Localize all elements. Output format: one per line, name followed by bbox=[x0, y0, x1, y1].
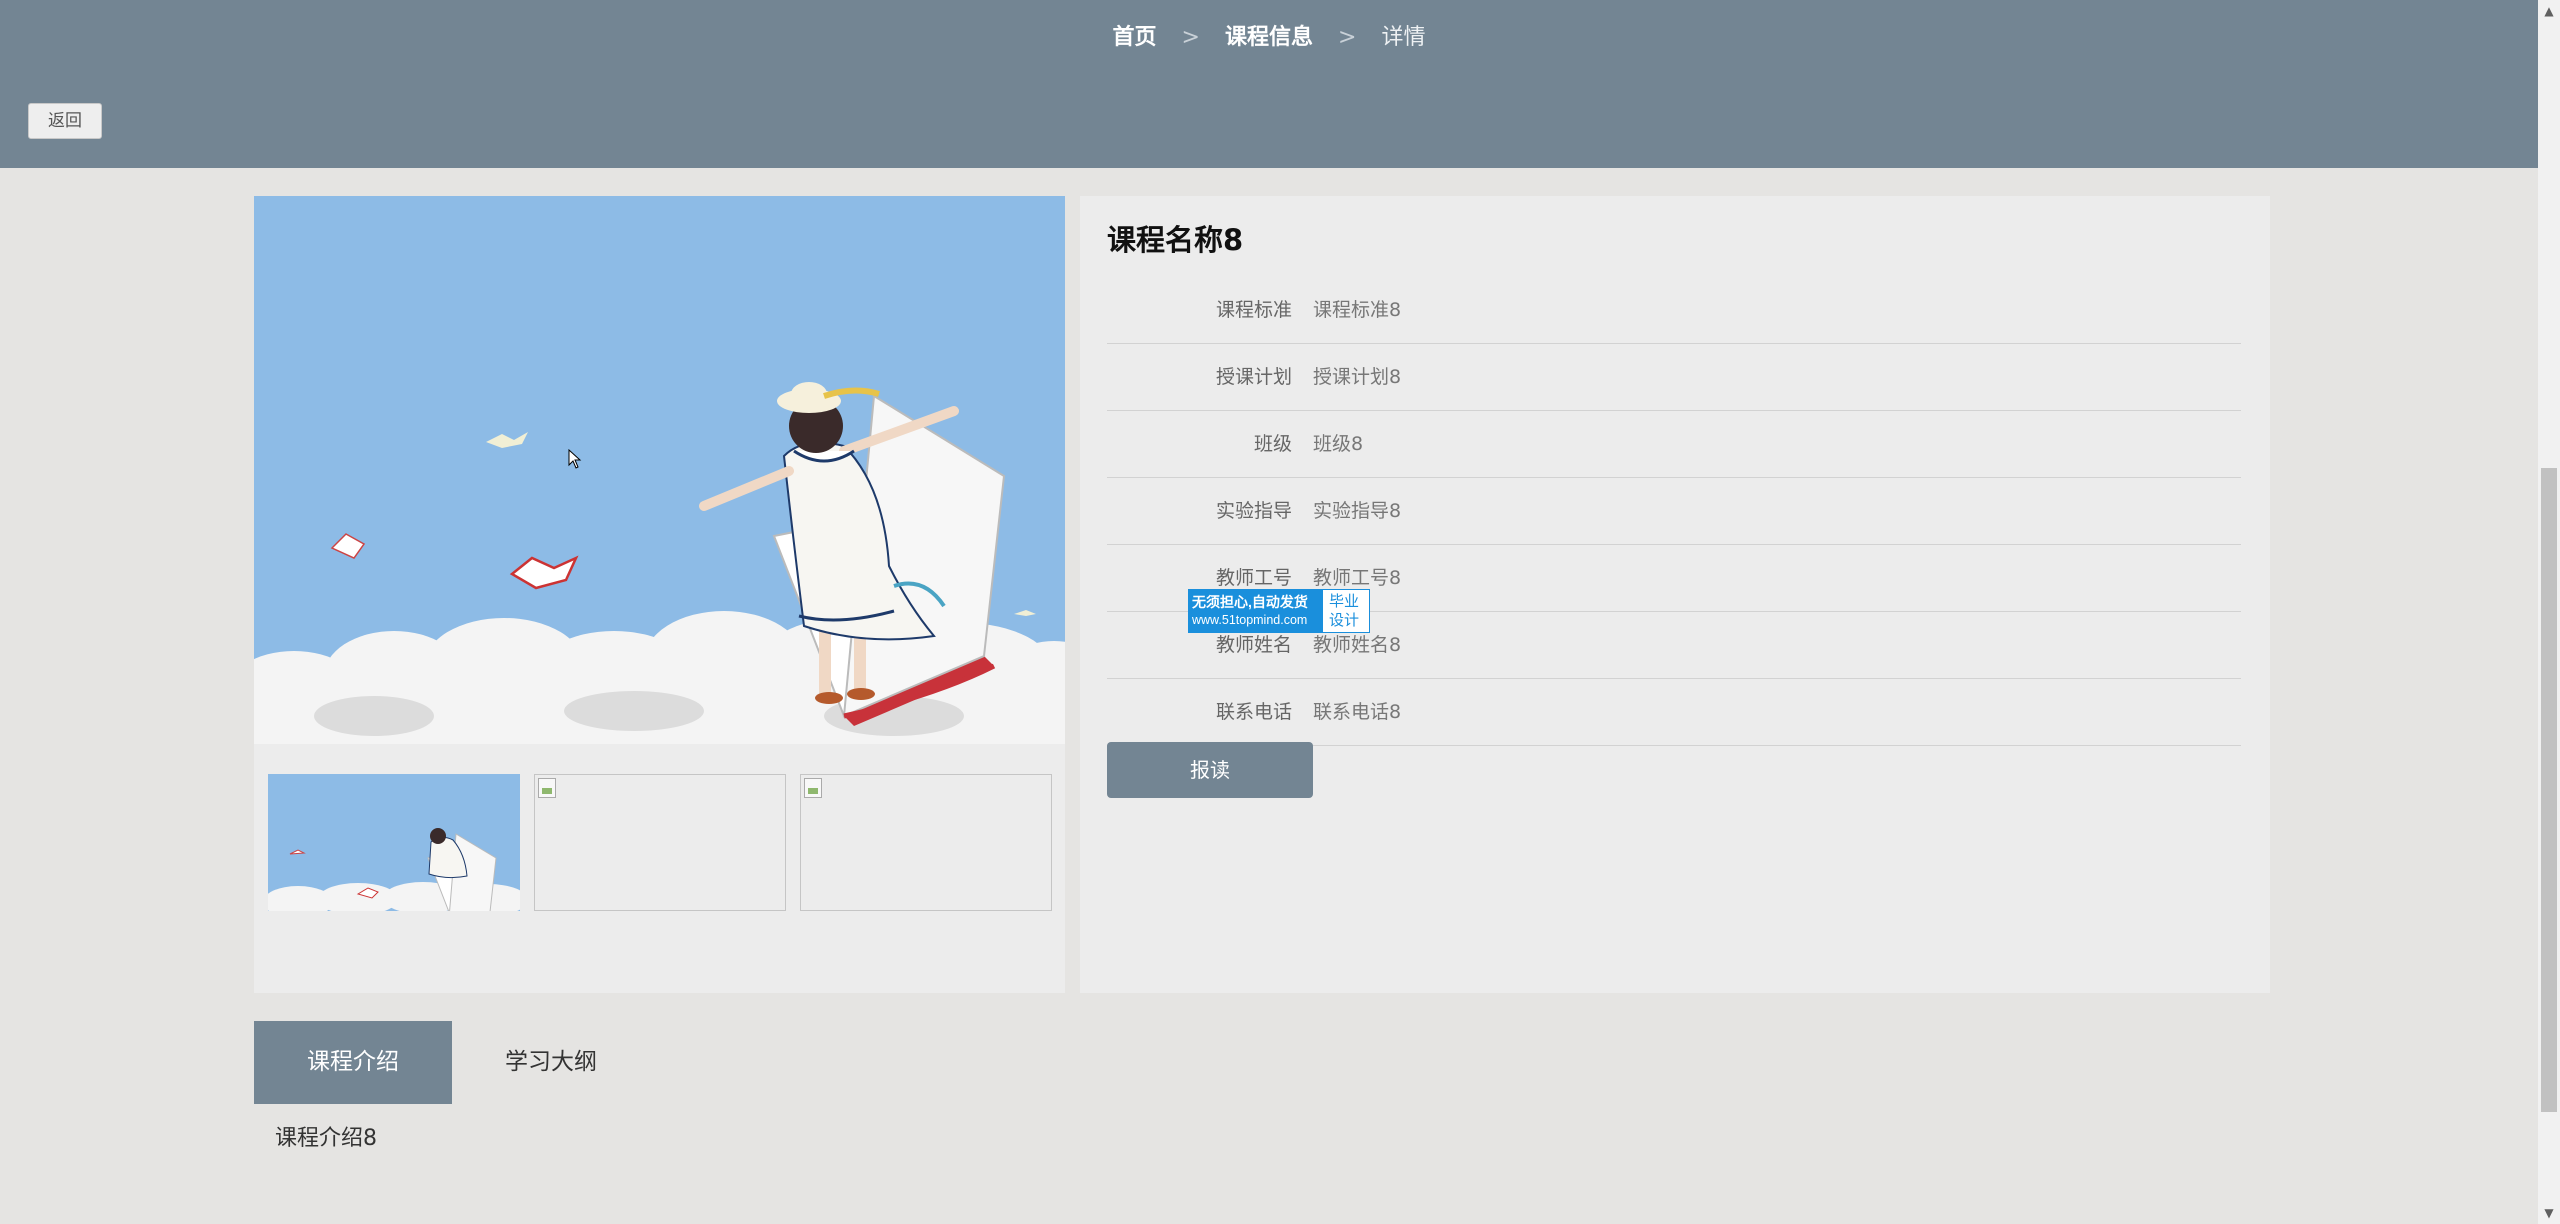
watermark-badge: 无须担心,自动发货 www.51topmind.com 毕业 设计 bbox=[1188, 589, 1370, 633]
tab-course-intro[interactable]: 课程介绍 bbox=[254, 1021, 452, 1104]
watermark-tag: 毕业 设计 bbox=[1322, 589, 1370, 633]
field-row-teaching-plan: 授课计划 授课计划8 bbox=[1107, 344, 2241, 411]
field-row-phone: 联系电话 联系电话8 bbox=[1107, 679, 2241, 746]
field-value: 课程标准8 bbox=[1313, 299, 1402, 321]
field-value: 班级8 bbox=[1313, 433, 1364, 455]
breadcrumb: 首页 > 课程信息 > 详情 bbox=[0, 22, 2538, 54]
mouse-cursor-icon bbox=[568, 449, 582, 469]
enroll-button[interactable]: 报读 bbox=[1107, 742, 1313, 798]
field-row-class: 班级 班级8 bbox=[1107, 411, 2241, 478]
field-label: 实验指导 bbox=[1215, 500, 1292, 522]
tab-syllabus[interactable]: 学习大纲 bbox=[452, 1021, 650, 1104]
watermark-tag-line2: 设计 bbox=[1329, 612, 1360, 629]
course-title: 课程名称8 bbox=[1107, 223, 1244, 257]
broken-image-icon bbox=[804, 778, 822, 798]
watermark-tag-line1: 毕业 bbox=[1329, 593, 1360, 610]
breadcrumb-current: 详情 bbox=[1381, 25, 1426, 50]
field-label: 联系电话 bbox=[1215, 701, 1292, 723]
image-gallery bbox=[254, 196, 1065, 993]
header-bar: 首页 > 课程信息 > 详情 返回 bbox=[0, 0, 2538, 168]
breadcrumb-home-link[interactable]: 首页 bbox=[1113, 25, 1157, 50]
vertical-scrollbar[interactable]: ▲ ▼ bbox=[2538, 0, 2560, 1224]
watermark-url: www.51topmind.com bbox=[1192, 613, 1308, 627]
scroll-down-arrow-icon[interactable]: ▼ bbox=[2538, 1202, 2560, 1224]
watermark-line1: 无须担心,自动发货 bbox=[1192, 594, 1308, 610]
field-label: 班级 bbox=[1253, 433, 1292, 455]
field-value: 联系电话8 bbox=[1313, 701, 1402, 723]
breadcrumb-separator: > bbox=[1181, 25, 1200, 50]
course-main-image bbox=[254, 196, 1065, 744]
breadcrumb-separator: > bbox=[1338, 25, 1357, 50]
tab-content-text: 课程介绍8 bbox=[275, 1126, 377, 1151]
field-label: 授课计划 bbox=[1215, 366, 1292, 388]
field-value: 实验指导8 bbox=[1313, 500, 1402, 522]
breadcrumb-section-link[interactable]: 课程信息 bbox=[1225, 25, 1313, 50]
field-label: 课程标准 bbox=[1215, 299, 1292, 321]
watermark-text-block: 无须担心,自动发货 www.51topmind.com bbox=[1188, 589, 1322, 633]
scrollbar-thumb[interactable] bbox=[2541, 468, 2557, 1112]
scroll-up-arrow-icon[interactable]: ▲ bbox=[2538, 0, 2560, 22]
thumbnail-2[interactable] bbox=[534, 774, 786, 911]
field-row-lab-guide: 实验指导 实验指导8 bbox=[1107, 478, 2241, 545]
field-value: 授课计划8 bbox=[1313, 366, 1402, 388]
field-row-course-standard: 课程标准 课程标准8 bbox=[1107, 277, 2241, 344]
back-button[interactable]: 返回 bbox=[28, 103, 102, 139]
course-field-list: 课程标准 课程标准8 授课计划 授课计划8 班级 班级8 实验指导 实验指导8 … bbox=[1107, 277, 2241, 746]
broken-image-icon bbox=[538, 778, 556, 798]
thumbnail-1[interactable] bbox=[268, 774, 520, 911]
thumbnail-3[interactable] bbox=[800, 774, 1052, 911]
